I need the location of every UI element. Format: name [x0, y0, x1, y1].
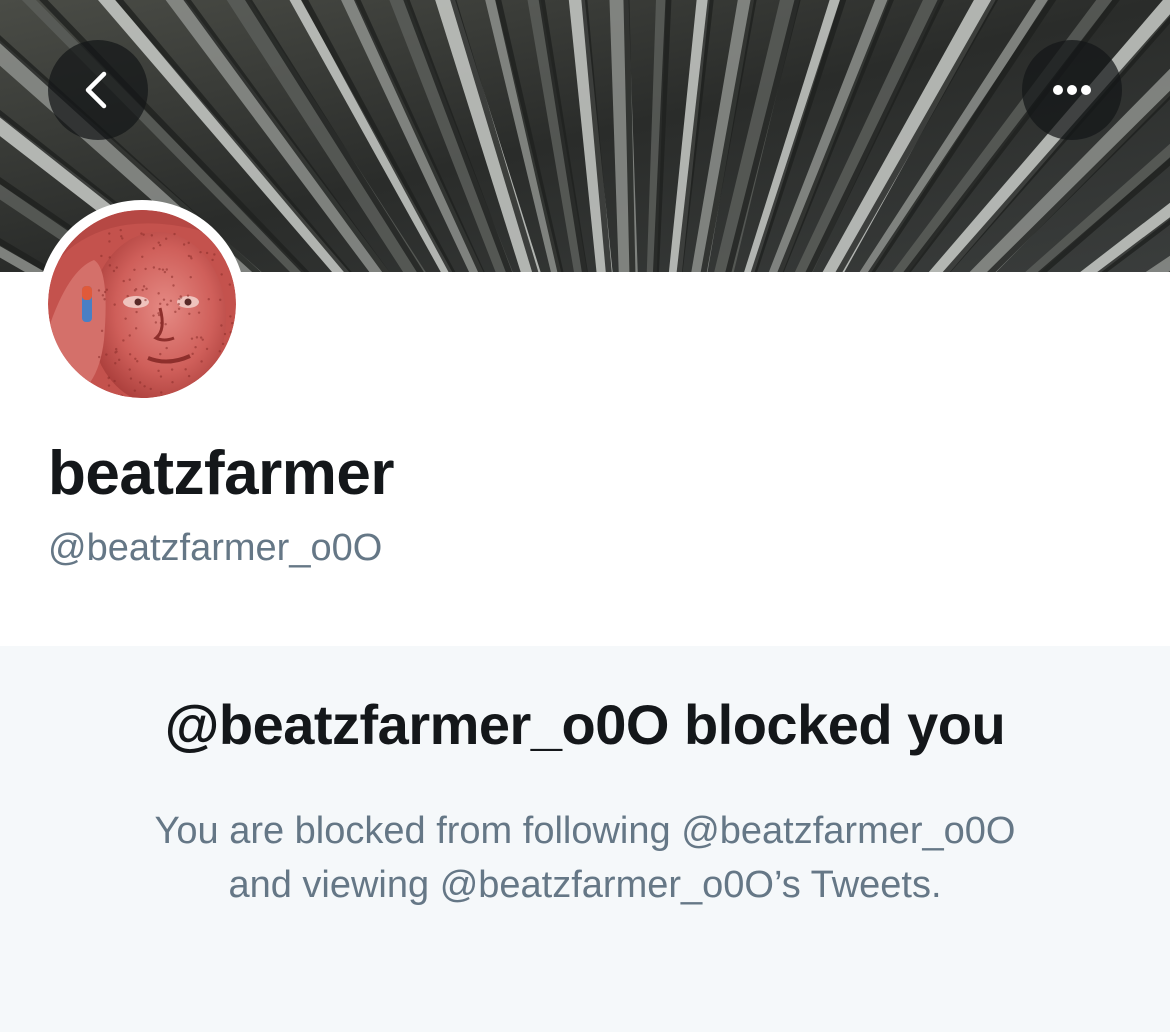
back-button[interactable]: [48, 40, 148, 140]
blocked-title: @beatzfarmer_o0O blocked you: [164, 693, 1006, 756]
blocked-description: You are blocked from following @beatzfar…: [0, 804, 1170, 912]
chevron-left-icon: [85, 71, 107, 109]
profile-display-name: beatzfarmer: [48, 439, 394, 508]
profile-handle: @beatzfarmer_o0O: [48, 527, 383, 569]
avatar[interactable]: [38, 200, 246, 408]
avatar-image: [48, 210, 236, 398]
blocked-description-line-2: and viewing @beatzfarmer_o0O’s Tweets.: [228, 864, 942, 906]
blocked-description-line-1: You are blocked from following @beatzfar…: [154, 810, 1016, 852]
ellipsis-icon: [1053, 85, 1091, 95]
more-options-button[interactable]: [1022, 40, 1122, 140]
